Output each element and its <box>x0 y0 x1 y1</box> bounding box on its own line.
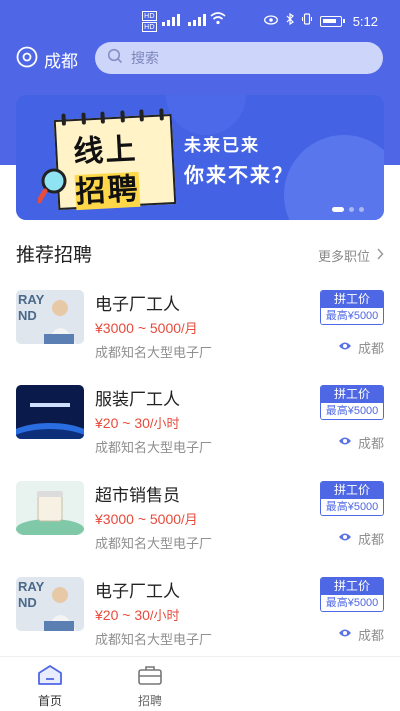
job-city-label: 成都 <box>357 628 384 643</box>
banner-decoration-circle-2 <box>166 95 246 135</box>
job-title: 超市销售员 <box>95 486 180 505</box>
network-tags: HD HD <box>142 11 157 32</box>
price-badge-bottom: 最高¥5000 <box>321 308 383 324</box>
svg-text:ND: ND <box>18 308 37 323</box>
job-title: 服装厂工人 <box>95 390 180 409</box>
salary-unit: /小时 <box>149 416 180 431</box>
location-label: 成都 <box>44 51 78 71</box>
job-salary: ¥3000 ~ 5000/月 <box>95 320 198 336</box>
job-salary: ¥3000 ~ 5000/月 <box>95 511 198 527</box>
salary-unit: /月 <box>181 321 198 336</box>
tab-jobs[interactable]: 招聘 <box>100 657 200 711</box>
location-eye-icon <box>338 340 352 355</box>
hd-tag-2: HD <box>142 22 157 32</box>
home-icon <box>37 665 63 689</box>
job-card[interactable]: RAY ND 电子厂工人 ¥3000 ~ 5000/月 成都知名大型电子厂 拼工价… <box>16 290 384 370</box>
job-city: 成都 <box>338 338 384 357</box>
price-badge-top: 拼工价 <box>321 386 383 403</box>
battery-icon <box>320 15 345 27</box>
job-title: 电子厂工人 <box>95 582 180 601</box>
job-company: 成都知名大型电子厂 <box>95 536 213 551</box>
job-salary: ¥20 ~ 30/小时 <box>95 607 180 623</box>
location-eye-icon <box>338 435 352 450</box>
recommended-section-header: 推荐招聘 更多职位 <box>16 240 384 270</box>
job-card[interactable]: 服装厂工人 ¥20 ~ 30/小时 成都知名大型电子厂 拼工价 最高¥5000 … <box>16 385 384 465</box>
signal-icon-2 <box>188 14 210 29</box>
tab-jobs-label: 招聘 <box>137 694 162 708</box>
price-badge-bottom: 最高¥5000 <box>321 595 383 611</box>
job-city-label: 成都 <box>357 436 384 451</box>
price-badge-bottom: 最高¥5000 <box>321 403 383 419</box>
job-company: 成都知名大型电子厂 <box>95 632 213 647</box>
svg-text:ND: ND <box>18 595 37 610</box>
tab-home-label: 首页 <box>37 694 62 708</box>
job-city-label: 成都 <box>357 341 384 356</box>
search-icon <box>107 48 123 68</box>
chevron-right-icon <box>376 248 384 263</box>
price-badge-top: 拼工价 <box>321 578 383 595</box>
section-title: 推荐招聘 <box>16 245 93 266</box>
job-thumbnail <box>16 385 84 439</box>
job-company: 成都知名大型电子厂 <box>95 345 213 360</box>
price-badge: 拼工价 最高¥5000 <box>320 577 384 612</box>
carousel-dot <box>359 207 364 212</box>
location-pin-icon <box>16 46 38 72</box>
bluetooth-icon <box>286 12 294 29</box>
job-company: 成都知名大型电子厂 <box>95 440 213 455</box>
salary-unit: /月 <box>181 512 198 527</box>
hd-tag-1: HD <box>142 11 157 21</box>
job-thumbnail <box>16 481 84 535</box>
job-city: 成都 <box>338 529 384 548</box>
location-selector[interactable]: 成都 <box>16 46 78 72</box>
carousel-indicator <box>332 207 364 212</box>
tab-home[interactable]: 首页 <box>0 657 100 711</box>
salary-unit: /小时 <box>149 608 180 623</box>
signal-icon <box>162 14 184 29</box>
job-card[interactable]: 超市销售员 ¥3000 ~ 5000/月 成都知名大型电子厂 拼工价 最高¥50… <box>16 481 384 561</box>
location-eye-icon <box>338 627 352 642</box>
search-bar[interactable] <box>95 42 383 74</box>
promo-banner[interactable]: 线上 招聘 未来已来 你来不来？ <box>16 95 384 220</box>
banner-slogan-line1: 未来已来 <box>184 136 260 156</box>
location-eye-icon <box>338 531 352 546</box>
price-badge-top: 拼工价 <box>321 482 383 499</box>
search-input[interactable] <box>131 50 351 66</box>
price-badge: 拼工价 最高¥5000 <box>320 290 384 325</box>
svg-text:RAY: RAY <box>18 292 45 307</box>
vibrate-icon <box>302 13 312 29</box>
wifi-icon <box>210 12 226 28</box>
job-thumbnail: RAY ND <box>16 577 84 631</box>
carousel-dot <box>349 207 354 212</box>
banner-slogan-line2: 你来不来？ <box>184 163 294 187</box>
note-text-line2: 招聘 <box>74 171 141 211</box>
job-thumbnail: RAY ND <box>16 290 84 344</box>
more-jobs-link[interactable]: 更多职位 <box>318 246 384 265</box>
carousel-dot-active <box>332 207 344 212</box>
note-rings <box>61 108 164 126</box>
job-city: 成都 <box>338 433 384 452</box>
job-city-label: 成都 <box>357 532 384 547</box>
svg-text:RAY: RAY <box>18 579 45 594</box>
job-city: 成都 <box>338 625 384 644</box>
more-jobs-label: 更多职位 <box>317 249 370 264</box>
job-card[interactable]: RAY ND 电子厂工人 ¥20 ~ 30/小时 成都知名大型电子厂 拼工价 最高… <box>16 577 384 657</box>
price-badge: 拼工价 最高¥5000 <box>320 385 384 420</box>
job-salary: ¥20 ~ 30/小时 <box>95 415 180 431</box>
price-badge-bottom: 最高¥5000 <box>321 499 383 515</box>
status-bar: HD HD 5:12 <box>0 0 400 40</box>
briefcase-icon <box>137 665 163 689</box>
price-badge: 拼工价 最高¥5000 <box>320 481 384 516</box>
status-icons-right <box>264 12 345 29</box>
eye-icon <box>264 14 278 29</box>
bottom-tab-bar: 首页 招聘 <box>0 656 400 711</box>
job-title: 电子厂工人 <box>95 295 180 314</box>
magnifier-icon <box>36 165 78 209</box>
price-badge-top: 拼工价 <box>321 291 383 308</box>
status-time: 5:12 <box>352 14 378 29</box>
